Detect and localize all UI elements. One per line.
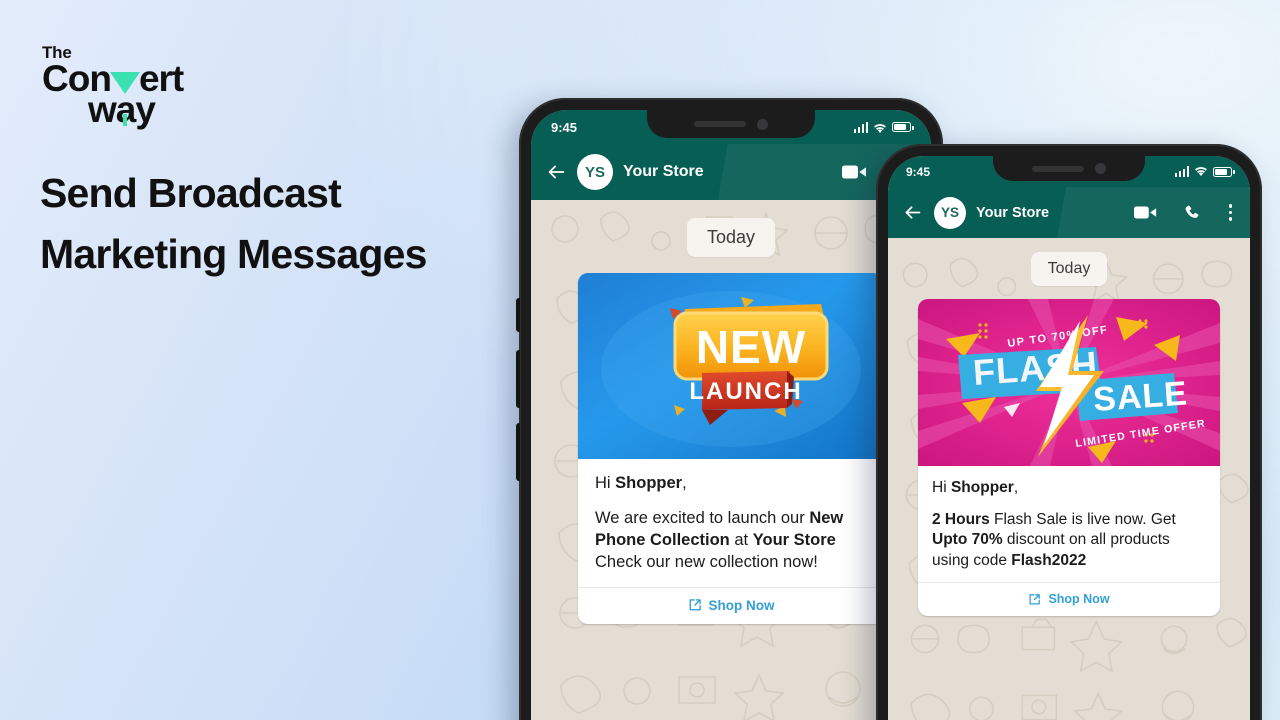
message-greeting: Hi Shopper, <box>595 473 867 495</box>
back-arrow-icon[interactable] <box>902 202 924 224</box>
svg-text:LAUNCH: LAUNCH <box>689 378 802 405</box>
svg-text:SALE: SALE <box>1092 374 1189 419</box>
greeting-name: Shopper <box>615 474 683 492</box>
flash-sale-banner[interactable]: UP TO 70% OFF FLASH SALE LIMITED TIME OF… <box>918 299 1220 466</box>
phone-screen: 9:45 YS Your Store <box>888 156 1250 720</box>
video-call-icon[interactable] <box>1133 204 1158 221</box>
battery-icon <box>1213 166 1235 177</box>
chat-title[interactable]: Your Store <box>976 205 1124 221</box>
earpiece-speaker <box>694 121 746 127</box>
signal-bars-icon <box>853 121 868 133</box>
signal-bars-icon <box>1174 166 1189 177</box>
phone-screen: 9:45 YS Your Store <box>531 110 931 720</box>
date-divider: Today <box>686 218 776 257</box>
message-body: We are excited to launch our New Phone C… <box>595 508 844 571</box>
headline-line-2: Marketing Messages <box>40 230 427 277</box>
back-arrow-icon[interactable] <box>545 161 567 183</box>
front-camera-icon <box>757 118 768 130</box>
phone-call-icon[interactable] <box>1183 203 1202 222</box>
chat-header: YS Your Store <box>888 187 1250 238</box>
wifi-icon <box>1194 166 1208 177</box>
chat-title[interactable]: Your Store <box>623 163 832 181</box>
status-time: 9:45 <box>906 164 931 179</box>
front-camera-icon <box>1095 163 1106 174</box>
greeting-suffix: , <box>682 474 687 492</box>
chat-header: YS Your Store <box>531 144 931 200</box>
greeting-prefix: Hi <box>595 474 616 492</box>
shop-now-label: Shop Now <box>708 597 775 613</box>
date-divider: Today <box>1030 252 1108 286</box>
shop-now-button[interactable]: Shop Now <box>918 582 1220 616</box>
greeting-name: Shopper <box>950 479 1014 496</box>
new-launch-banner[interactable]: NEW LAUNCH <box>578 273 884 459</box>
message-text: Hi Shopper, We are excited to launch our… <box>578 459 884 587</box>
shop-now-button[interactable]: Shop Now <box>578 586 884 624</box>
page-title: Send Broadcast Marketing Messages <box>40 163 560 284</box>
funnel-icon <box>109 71 140 126</box>
greeting-suffix: , <box>1013 479 1019 496</box>
message-text: Hi Shopper, 2 Hours Flash Sale is live n… <box>918 466 1220 582</box>
phone-notch <box>647 110 815 138</box>
chat-body: Today <box>531 200 931 720</box>
message-greeting: Hi Shopper, <box>932 478 1206 499</box>
external-link-icon <box>1028 593 1041 606</box>
headline-line-1: Send Broadcast <box>40 170 342 216</box>
battery-icon <box>892 122 914 132</box>
avatar[interactable]: YS <box>934 196 966 229</box>
wifi-icon <box>873 122 887 133</box>
svg-text:NEW: NEW <box>696 321 806 373</box>
phone-mockup-secondary: 9:45 YS Your Store Today UP TO 70% OFF F… <box>876 144 1262 720</box>
phone-notch <box>993 156 1145 181</box>
chat-message-bubble[interactable]: NEW LAUNCH Hi Shopper, We are excited to… <box>578 273 884 624</box>
avatar[interactable]: YS <box>577 154 613 190</box>
silent-switch-button[interactable] <box>516 298 520 332</box>
shop-now-label: Shop Now <box>1048 592 1110 607</box>
volume-up-button[interactable] <box>516 350 520 408</box>
brand-logo: The Con ert way <box>42 44 242 128</box>
overflow-menu-icon[interactable] <box>1225 204 1237 221</box>
greeting-prefix: Hi <box>932 479 951 496</box>
message-body: 2 Hours Flash Sale is live now. Get Upto… <box>932 510 1176 569</box>
earpiece-speaker <box>1032 165 1084 172</box>
status-time: 9:45 <box>551 119 578 135</box>
video-call-icon[interactable] <box>842 163 868 181</box>
volume-down-button[interactable] <box>516 423 520 481</box>
chat-message-bubble[interactable]: UP TO 70% OFF FLASH SALE LIMITED TIME OF… <box>918 299 1220 617</box>
chat-body: Today <box>888 238 1250 720</box>
external-link-icon <box>688 598 702 612</box>
